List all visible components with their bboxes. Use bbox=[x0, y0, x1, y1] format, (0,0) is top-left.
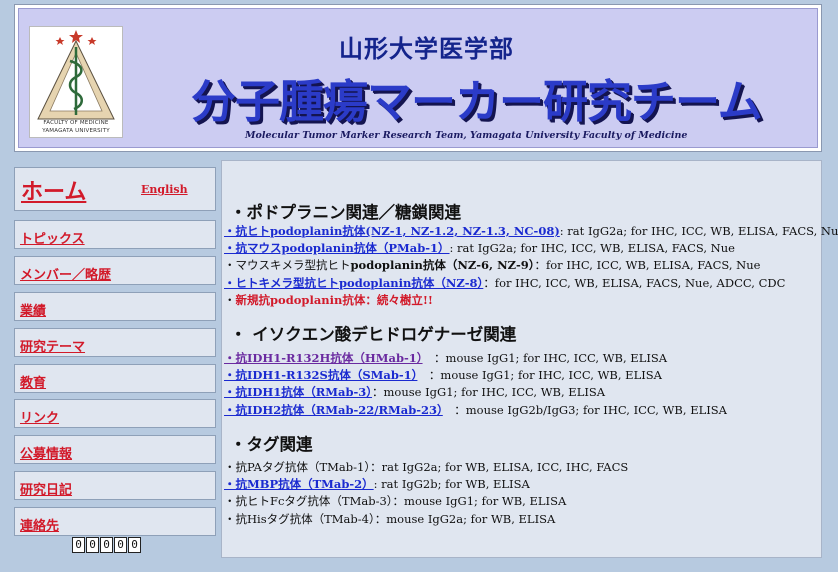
item-details: ：mouse IgG1; for IHC, ICC, WB, ELISA bbox=[422, 351, 668, 365]
header-university-title: 山形大学医学部 bbox=[339, 35, 514, 63]
antibody-link[interactable]: ・抗ヒトpodoplanin抗体(NZ-1, NZ-1.2, NZ-1.3, N… bbox=[224, 224, 560, 238]
item-text: ・抗PAタグ抗体（TMab-1） bbox=[224, 460, 371, 474]
antibody-list-item: ・抗IDH2抗体（RMab-22/RMab-23） ：mouse IgG2b/I… bbox=[224, 402, 727, 418]
header-team-title: 分子腫瘍マーカー研究チーム bbox=[191, 75, 763, 128]
antibody-list-item: ・抗ヒトpodoplanin抗体(NZ-1, NZ-1.2, NZ-1.3, N… bbox=[224, 223, 838, 239]
antibody-list-item: ・新規抗podoplanin抗体：続々樹立!! bbox=[224, 292, 433, 308]
antibody-list-item: ・抗IDH1抗体（RMab-3）：mouse IgG1; for IHC, IC… bbox=[224, 384, 605, 400]
nav-item-label[interactable]: 研究テーマ bbox=[20, 336, 85, 355]
nav-item-contact[interactable]: 連絡先 bbox=[14, 507, 216, 536]
nav-english-link[interactable]: English bbox=[141, 183, 188, 196]
item-details: : rat IgG2a; for IHC, ICC, WB, ELISA, FA… bbox=[449, 241, 735, 256]
header-english-subtitle: Molecular Tumor Marker Research Team, Ya… bbox=[245, 130, 688, 141]
antibody-link[interactable]: ・抗IDH2抗体（RMab-22/RMab-23） bbox=[224, 403, 443, 417]
item-text: ・マウスキメラ型抗ヒト bbox=[224, 258, 351, 273]
antibody-link[interactable]: ・抗MBP抗体（TMab-2） bbox=[224, 477, 374, 491]
section-title: ・ イソクエン酸デヒドロゲナーゼ関連 bbox=[230, 325, 517, 344]
nav-item-label[interactable]: 研究日記 bbox=[20, 479, 72, 498]
item-text: ・抗Hisタグ抗体（TMab-4） bbox=[224, 511, 375, 526]
item-details: ：for IHC, ICC, WB, ELISA, FACS, Nue bbox=[534, 258, 761, 273]
nav-item-label[interactable]: メンバー／略歴 bbox=[20, 264, 111, 283]
item-details: ：mouse IgG1; for IHC, ICC, WB, ELISA bbox=[372, 385, 606, 400]
nav-item-achievements[interactable]: 業績 bbox=[14, 292, 216, 321]
nav-item-recruitment[interactable]: 公募情報 bbox=[14, 435, 216, 464]
antibody-list-item: ・抗PAタグ抗体（TMab-1）：rat IgG2a; for WB, ELIS… bbox=[224, 459, 628, 475]
antibody-list-item: ・抗マウスpodoplanin抗体（PMab-1）: rat IgG2a; fo… bbox=[224, 240, 735, 256]
logo-text-line2: YAMAGATA UNIVERSITY bbox=[42, 128, 110, 134]
antibody-list-item: ・マウスキメラ型抗ヒトpodoplanin抗体（NZ-6, NZ-9）：for … bbox=[224, 257, 760, 273]
access-counter: 00000 bbox=[72, 537, 141, 554]
counter-digit: 0 bbox=[100, 537, 113, 553]
nav-item-label[interactable]: 業績 bbox=[20, 300, 46, 319]
item-details: ：mouse IgG2a; for WB, ELISA bbox=[374, 511, 556, 526]
antibody-list-item: ・抗Hisタグ抗体（TMab-4）：mouse IgG2a; for WB, E… bbox=[224, 511, 555, 527]
logo-text-line1: FACULTY OF MEDICINE bbox=[43, 120, 109, 126]
nav-item-label[interactable]: 教育 bbox=[20, 372, 46, 391]
item-details: : rat IgG2a; for IHC, ICC, WB, ELISA, FA… bbox=[559, 224, 838, 238]
counter-digit: 0 bbox=[114, 537, 127, 553]
university-logo: FACULTY OF MEDICINE YAMAGATA UNIVERSITY bbox=[29, 26, 123, 138]
section-title: ・タグ関連 bbox=[230, 435, 313, 454]
nav-item-label[interactable]: リンク bbox=[20, 407, 59, 426]
main-content: ・ポドプラニン関連／糖鎖関連・抗ヒトpodoplanin抗体(NZ-1, NZ-… bbox=[221, 160, 838, 558]
section-title: ・ポドプラニン関連／糖鎖関連 bbox=[230, 203, 461, 222]
item-text: ・ bbox=[224, 292, 236, 307]
antibody-link[interactable]: ・抗IDH1抗体（RMab-3） bbox=[224, 385, 372, 399]
item-details: ：for IHC, ICC, WB, ELISA, FACS, Nue, ADC… bbox=[483, 275, 786, 290]
antibody-list-item: ・ヒトキメラ型抗ヒトpodoplanin抗体（NZ-8）：for IHC, IC… bbox=[224, 275, 785, 291]
item-details: ：rat IgG2a; for WB, ELISA, ICC, IHC, FAC… bbox=[370, 460, 629, 474]
nav-item-research-diary[interactable]: 研究日記 bbox=[14, 471, 216, 500]
nav-home-link[interactable]: ホーム bbox=[21, 174, 86, 206]
nav-item-label[interactable]: 連絡先 bbox=[20, 515, 59, 534]
item-details: ：mouse IgG1; for WB, ELISA bbox=[392, 494, 567, 509]
antibody-list-item: ・抗ヒトFcタグ抗体（TMab-3）：mouse IgG1; for WB, E… bbox=[224, 493, 566, 509]
antibody-link[interactable]: ・抗IDH1-R132S抗体（SMab-1） bbox=[224, 368, 417, 382]
antibody-list-item: ・抗MBP抗体（TMab-2）: rat IgG2b; for WB, ELIS… bbox=[224, 476, 530, 492]
nav-home-box: ホーム English bbox=[14, 167, 216, 211]
counter-digit: 0 bbox=[72, 537, 85, 553]
antibody-list-item: ・抗IDH1-R132S抗体（SMab-1） ：mouse IgG1; for … bbox=[224, 367, 662, 383]
nav-item-topics[interactable]: トピックス bbox=[14, 220, 216, 249]
item-text: ・抗ヒトFcタグ抗体（TMab-3） bbox=[224, 494, 393, 509]
antibody-list-item: ・抗IDH1-R132H抗体（HMab-1） ：mouse IgG1; for … bbox=[224, 350, 667, 366]
header-banner: FACULTY OF MEDICINE YAMAGATA UNIVERSITY … bbox=[14, 4, 822, 152]
counter-digit: 0 bbox=[128, 537, 141, 553]
nav-item-label[interactable]: 公募情報 bbox=[20, 443, 72, 462]
new-antibody-notice: 新規抗podoplanin抗体：続々樹立!! bbox=[235, 292, 433, 307]
antibody-link[interactable]: ・抗IDH1-R132H抗体（HMab-1） bbox=[224, 351, 423, 365]
antibody-link[interactable]: ・ヒトキメラ型抗ヒトpodoplanin抗体（NZ-8） bbox=[224, 276, 483, 290]
nav-item-research-theme[interactable]: 研究テーマ bbox=[14, 328, 216, 357]
nav-item-members[interactable]: メンバー／略歴 bbox=[14, 256, 216, 285]
nav-item-label[interactable]: トピックス bbox=[20, 228, 85, 247]
antibody-link[interactable]: ・抗マウスpodoplanin抗体（PMab-1） bbox=[224, 241, 450, 255]
item-details: : rat IgG2b; for WB, ELISA bbox=[373, 477, 530, 492]
header-inner: FACULTY OF MEDICINE YAMAGATA UNIVERSITY … bbox=[18, 8, 818, 148]
nav-item-links[interactable]: リンク bbox=[14, 399, 216, 428]
item-bold-text: podoplanin抗体（NZ-6, NZ-9） bbox=[350, 258, 535, 273]
item-details: ：mouse IgG2b/IgG3; for IHC, ICC, WB, ELI… bbox=[442, 402, 727, 417]
counter-digit: 0 bbox=[86, 537, 99, 553]
item-details: ：mouse IgG1; for IHC, ICC, WB, ELISA bbox=[417, 368, 662, 383]
nav-item-education[interactable]: 教育 bbox=[14, 364, 216, 393]
